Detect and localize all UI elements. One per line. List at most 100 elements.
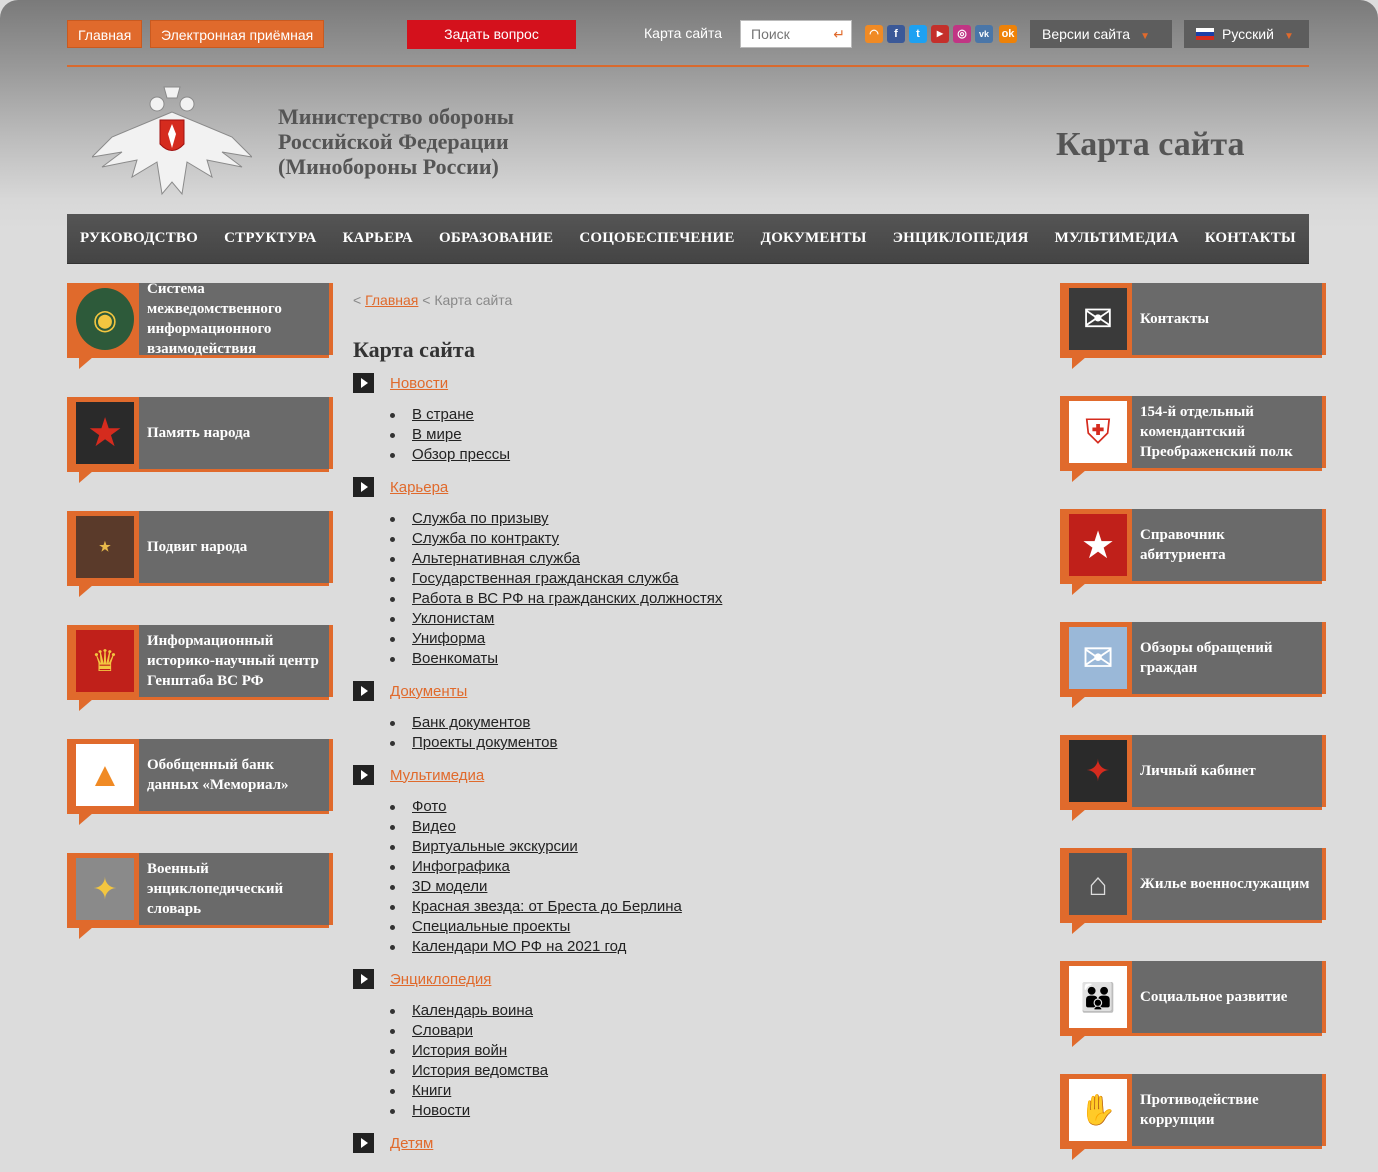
twitter-icon[interactable]: t <box>909 25 927 43</box>
list-item: Работа в ВС РФ на гражданских должностях <box>390 589 722 609</box>
banner-memory-of-people[interactable]: ★ Память народа <box>67 397 333 483</box>
play-arrow-icon <box>353 373 374 393</box>
play-arrow-icon <box>353 681 374 701</box>
page: Главная Электронная приёмная Задать вопр… <box>0 0 1378 1172</box>
sitemap-link-item[interactable]: Новости <box>412 1102 470 1119</box>
breadcrumb-home-link[interactable]: Главная <box>365 292 418 308</box>
sitemap-link-item[interactable]: Уклонистам <box>412 610 494 627</box>
banner-historical-center[interactable]: ♛ Информационный историко-научный центр … <box>67 625 333 711</box>
sitemap-link-item[interactable]: История войн <box>412 1042 507 1059</box>
section-link[interactable]: Новости <box>390 375 448 392</box>
sitemap-link-item[interactable]: Служба по призыву <box>412 510 549 527</box>
sitemap-link-item[interactable]: История ведомства <box>412 1062 548 1079</box>
nav-encyclopedia[interactable]: ЭНЦИКЛОПЕДИЯ <box>893 230 1029 247</box>
red-star-icon: ★ <box>76 402 134 464</box>
rss-icon[interactable]: ◠ <box>865 25 883 43</box>
list-item: Обзор прессы <box>390 445 510 465</box>
sitemap-link-item[interactable]: Банк документов <box>412 714 530 731</box>
nav-education[interactable]: ОБРАЗОВАНИЕ <box>439 230 553 247</box>
banner-feat-of-people[interactable]: ★ Подвиг народа <box>67 511 333 597</box>
sitemap-link-item[interactable]: В стране <box>412 406 474 423</box>
section-link[interactable]: Документы <box>390 683 467 700</box>
sitemap-link-item[interactable]: Проекты документов <box>412 734 557 751</box>
list-item: Словари <box>390 1021 548 1041</box>
banner-label: Личный кабинет <box>1140 763 1256 779</box>
section-link[interactable]: Энциклопедия <box>390 971 491 988</box>
play-arrow-icon <box>353 477 374 497</box>
banner-preobrazhensky-regiment[interactable]: ⛨ 154-й отдельный комендантский Преображ… <box>1060 396 1326 482</box>
sitemap-link-item[interactable]: Обзор прессы <box>412 446 510 463</box>
sitemap-link-item[interactable]: Виртуальные экскурсии <box>412 838 578 855</box>
sitemap-link-item[interactable]: Фото <box>412 798 446 815</box>
sitemap-link-item[interactable]: Календарь воина <box>412 1002 533 1019</box>
section-link[interactable]: Детям <box>390 1135 433 1152</box>
section-link[interactable]: Карьера <box>390 479 448 496</box>
list-item: Виртуальные экскурсии <box>390 837 682 857</box>
sitemap-section-encyclopedia: Энциклопедия Календарь воина Словари Ист… <box>353 969 548 1121</box>
sitemap-link-item[interactable]: 3D модели <box>412 878 487 895</box>
site-versions-dropdown[interactable]: Версии сайта ▼ <box>1030 20 1172 48</box>
banner-military-housing[interactable]: ⌂ Жилье военнослужащим <box>1060 848 1326 934</box>
nav-career[interactable]: КАРЬЕРА <box>343 230 413 247</box>
sitemap-link-item[interactable]: Видео <box>412 818 456 835</box>
list-item: Фото <box>390 797 682 817</box>
sitemap-link-item[interactable]: Книги <box>412 1082 451 1099</box>
instagram-icon[interactable]: ◎ <box>953 25 971 43</box>
language-dropdown[interactable]: Русский ▼ <box>1184 20 1309 48</box>
facebook-icon[interactable]: f <box>887 25 905 43</box>
banner-social-development[interactable]: 👪 Социальное развитие <box>1060 961 1326 1047</box>
sitemap-link[interactable]: Карта сайта <box>644 25 722 41</box>
enter-icon[interactable]: ↵ <box>833 26 845 43</box>
site-versions-label: Версии сайта <box>1042 26 1131 42</box>
list-item: Альтернативная служба <box>390 549 722 569</box>
sitemap-link-item[interactable]: Служба по контракту <box>412 530 559 547</box>
banner-anti-corruption[interactable]: ✋ Противодействие коррупции <box>1060 1074 1326 1160</box>
banner-label: Справочник абитуриента <box>1140 527 1226 563</box>
play-arrow-icon <box>353 1133 374 1153</box>
banner-contacts[interactable]: ✉ Контакты <box>1060 283 1326 369</box>
double-headed-eagle-emblem-icon[interactable] <box>92 82 252 197</box>
list-item: Видео <box>390 817 682 837</box>
sitemap-link-item[interactable]: Униформа <box>412 630 485 647</box>
banner-applicant-guide[interactable]: ★ Справочник абитуриента <box>1060 509 1326 595</box>
list-item: Календарь воина <box>390 1001 548 1021</box>
sitemap-link-item[interactable]: Календари МО РФ на 2021 год <box>412 938 626 955</box>
sitemap-link-item[interactable]: Специальные проекты <box>412 918 570 935</box>
sitemap-link-item[interactable]: Альтернативная служба <box>412 550 580 567</box>
banner-label: Информационный историко-научный центр Ге… <box>147 633 319 689</box>
banner-citizen-appeals[interactable]: ✉ Обзоры обращений граждан <box>1060 622 1326 708</box>
sitemap-link-item[interactable]: Военкоматы <box>412 650 498 667</box>
section-link[interactable]: Мультимедиа <box>390 767 484 784</box>
sitemap-link-item[interactable]: Красная звезда: от Бреста до Берлина <box>412 898 682 915</box>
nav-contacts[interactable]: КОНТАКТЫ <box>1205 230 1296 247</box>
home-button[interactable]: Главная <box>67 20 143 48</box>
sitemap-link-item[interactable]: В мире <box>412 426 462 443</box>
e-reception-button[interactable]: Электронная приёмная <box>150 20 325 48</box>
banner-personal-account[interactable]: ✦ Личный кабинет <box>1060 735 1326 821</box>
sitemap-section-news: Новости В стране В мире Обзор прессы <box>353 373 510 465</box>
vk-icon[interactable]: vk <box>975 25 993 43</box>
regiment-shield-icon: ⛨ <box>1069 401 1127 463</box>
search-input[interactable] <box>741 21 826 47</box>
header-divider <box>67 65 1309 67</box>
odnoklassniki-icon[interactable]: ok <box>999 25 1017 43</box>
youtube-icon[interactable]: ▶ <box>931 25 949 43</box>
nav-structure[interactable]: СТРУКТУРА <box>224 230 316 247</box>
list-item: В стране <box>390 405 510 425</box>
eagle-emblem-icon: ✦ <box>76 858 134 920</box>
nav-multimedia[interactable]: МУЛЬТИМЕДИА <box>1055 230 1179 247</box>
nav-social-security[interactable]: СОЦОБЕСПЕЧЕНИЕ <box>579 230 734 247</box>
sitemap-link-item[interactable]: Словари <box>412 1022 473 1039</box>
ask-question-button[interactable]: Задать вопрос <box>407 20 576 49</box>
nav-leadership[interactable]: РУКОВОДСТВО <box>80 230 198 247</box>
sitemap-link-item[interactable]: Работа в ВС РФ на гражданских должностях <box>412 590 722 607</box>
banner-military-encyclopedia[interactable]: ✦ Военный энциклопедический словарь <box>67 853 333 939</box>
play-arrow-icon <box>353 765 374 785</box>
ministry-title[interactable]: Министерство обороны Российской Федераци… <box>278 104 514 179</box>
banner-memorial-database[interactable]: ▲ Обобщенный банк данных «Мемориал» <box>67 739 333 825</box>
banner-interagency-system[interactable]: ◉ Система межведомственного информационн… <box>67 281 333 369</box>
sitemap-link-item[interactable]: Государственная гражданская служба <box>412 570 678 587</box>
sitemap-link-item[interactable]: Инфографика <box>412 858 510 875</box>
nav-documents[interactable]: ДОКУМЕНТЫ <box>761 230 867 247</box>
list-item: Служба по призыву <box>390 509 722 529</box>
